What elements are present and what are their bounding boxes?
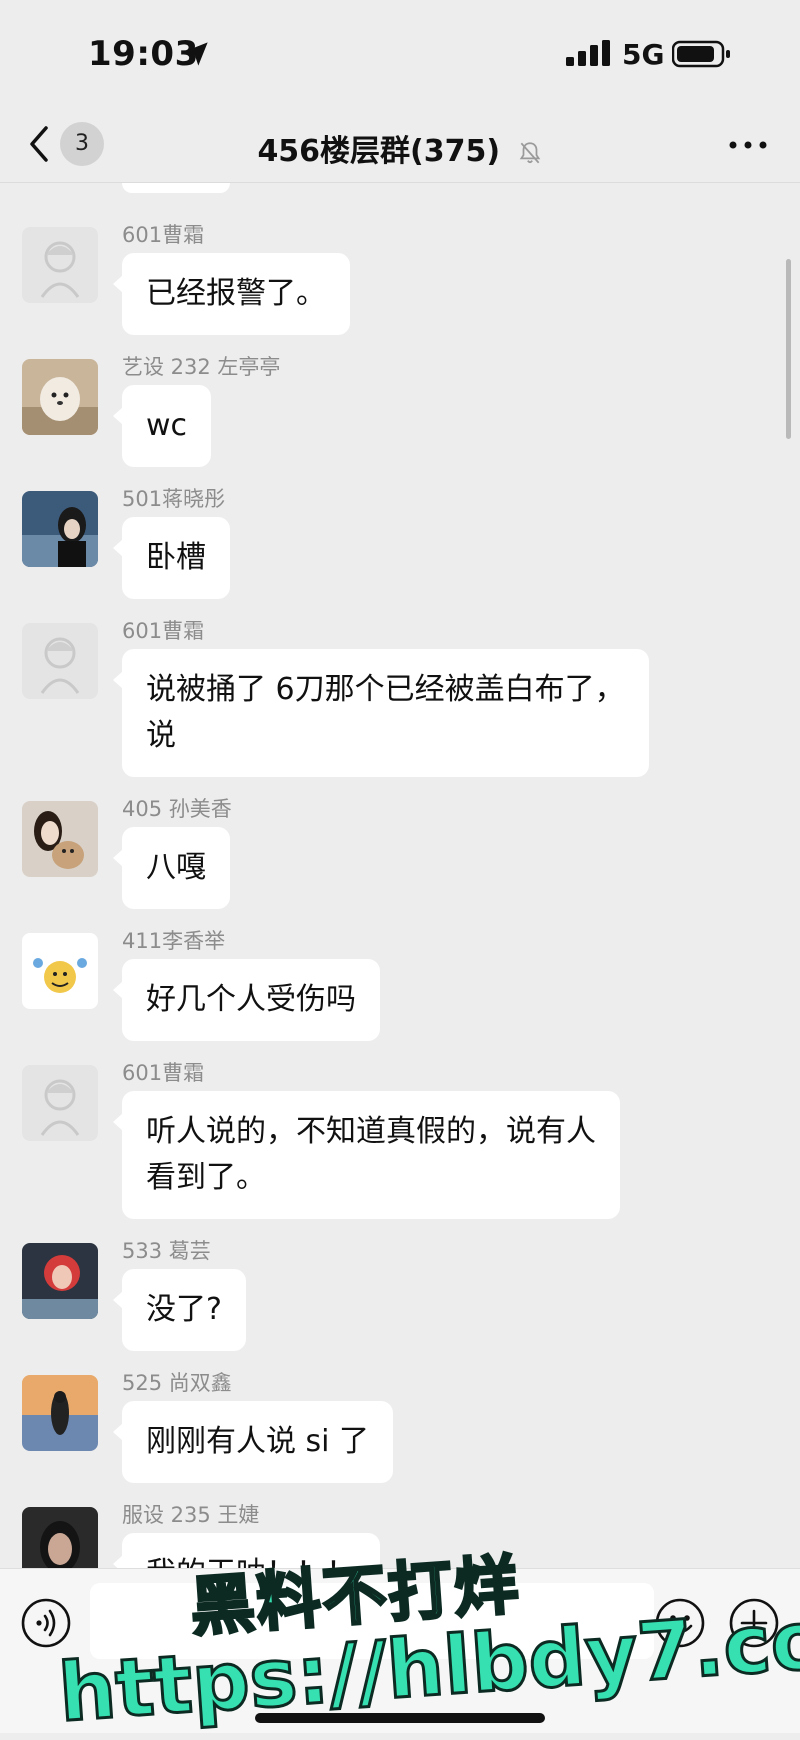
sender-name: 艺设 232 左亭亭	[122, 355, 281, 379]
girl-photo-avatar[interactable]	[22, 491, 98, 567]
portrait-photo-avatar[interactable]	[22, 1507, 98, 1568]
emoji-icon[interactable]	[654, 1597, 706, 1649]
sender-name: 411李香举	[122, 929, 226, 953]
message-bubble[interactable]: 没了?	[113, 1269, 246, 1351]
cartoon-sticker-avatar[interactable]	[22, 933, 98, 1009]
sender-name: 601曹霜	[122, 223, 205, 247]
message-bubble[interactable]: 说被捅了 6刀那个已经被盖白布了， 说	[113, 649, 649, 777]
muted-bell-icon	[519, 141, 540, 163]
sender-name: 501蒋晓彤	[122, 487, 226, 511]
location-arrow-icon	[184, 42, 208, 66]
default-avatar-icon[interactable]	[22, 623, 98, 699]
status-bar: 19:03 5G	[0, 0, 800, 110]
sender-name: 601曹霜	[122, 619, 205, 643]
default-avatar-icon[interactable]	[22, 227, 98, 303]
sunset-photo-avatar[interactable]	[22, 1375, 98, 1451]
default-avatar-icon[interactable]	[22, 1065, 98, 1141]
cellular-signal-icon	[566, 40, 610, 66]
partial-previous-bubble	[122, 183, 230, 193]
message-bubble[interactable]: 已经报警了。	[113, 253, 350, 335]
message-bubble[interactable]: 刚刚有人说 si 了	[112, 1401, 394, 1483]
chat-header: 3 456楼层群(375)	[0, 110, 800, 183]
more-options-icon[interactable]	[728, 140, 768, 150]
chat-title-container: 456楼层群(375)	[0, 126, 800, 170]
girl-dog-photo-avatar[interactable]	[22, 801, 98, 877]
scrollbar[interactable]	[786, 259, 791, 439]
message-bubble[interactable]: 听人说的，不知道真假的，说有人 看到了。	[113, 1091, 620, 1219]
home-indicator[interactable]	[255, 1713, 545, 1723]
message-bubble[interactable]: 八嘎	[113, 827, 230, 909]
message-input-bar	[0, 1568, 800, 1733]
network-type: 5G	[622, 38, 665, 71]
message-list[interactable]: 601曹霜 已经报警了。 艺设 232 左亭亭 wc 501蒋晓彤 卧槽 601…	[0, 183, 800, 1568]
add-attachment-icon[interactable]	[728, 1597, 780, 1649]
voice-input-icon[interactable]	[20, 1597, 72, 1649]
chat-title: 456楼层群(375)	[257, 134, 501, 169]
battery-icon	[672, 40, 730, 68]
message-bubble[interactable]: 卧槽	[113, 517, 230, 599]
sender-name: 533 葛芸	[122, 1239, 211, 1263]
sender-name: 525 尚双鑫	[122, 1371, 232, 1395]
message-bubble[interactable]: wc	[112, 385, 212, 467]
red-light-photo-avatar[interactable]	[22, 1243, 98, 1319]
dog-photo-avatar[interactable]	[22, 359, 98, 435]
message-bubble[interactable]: 我的天呐！！！	[113, 1533, 380, 1568]
sender-name: 601曹霜	[122, 1061, 205, 1085]
sender-name: 405 孙美香	[122, 797, 232, 821]
message-bubble[interactable]: 好几个人受伤吗	[113, 959, 380, 1041]
sender-name: 服设 235 王婕	[122, 1503, 260, 1527]
message-input[interactable]	[90, 1583, 654, 1659]
